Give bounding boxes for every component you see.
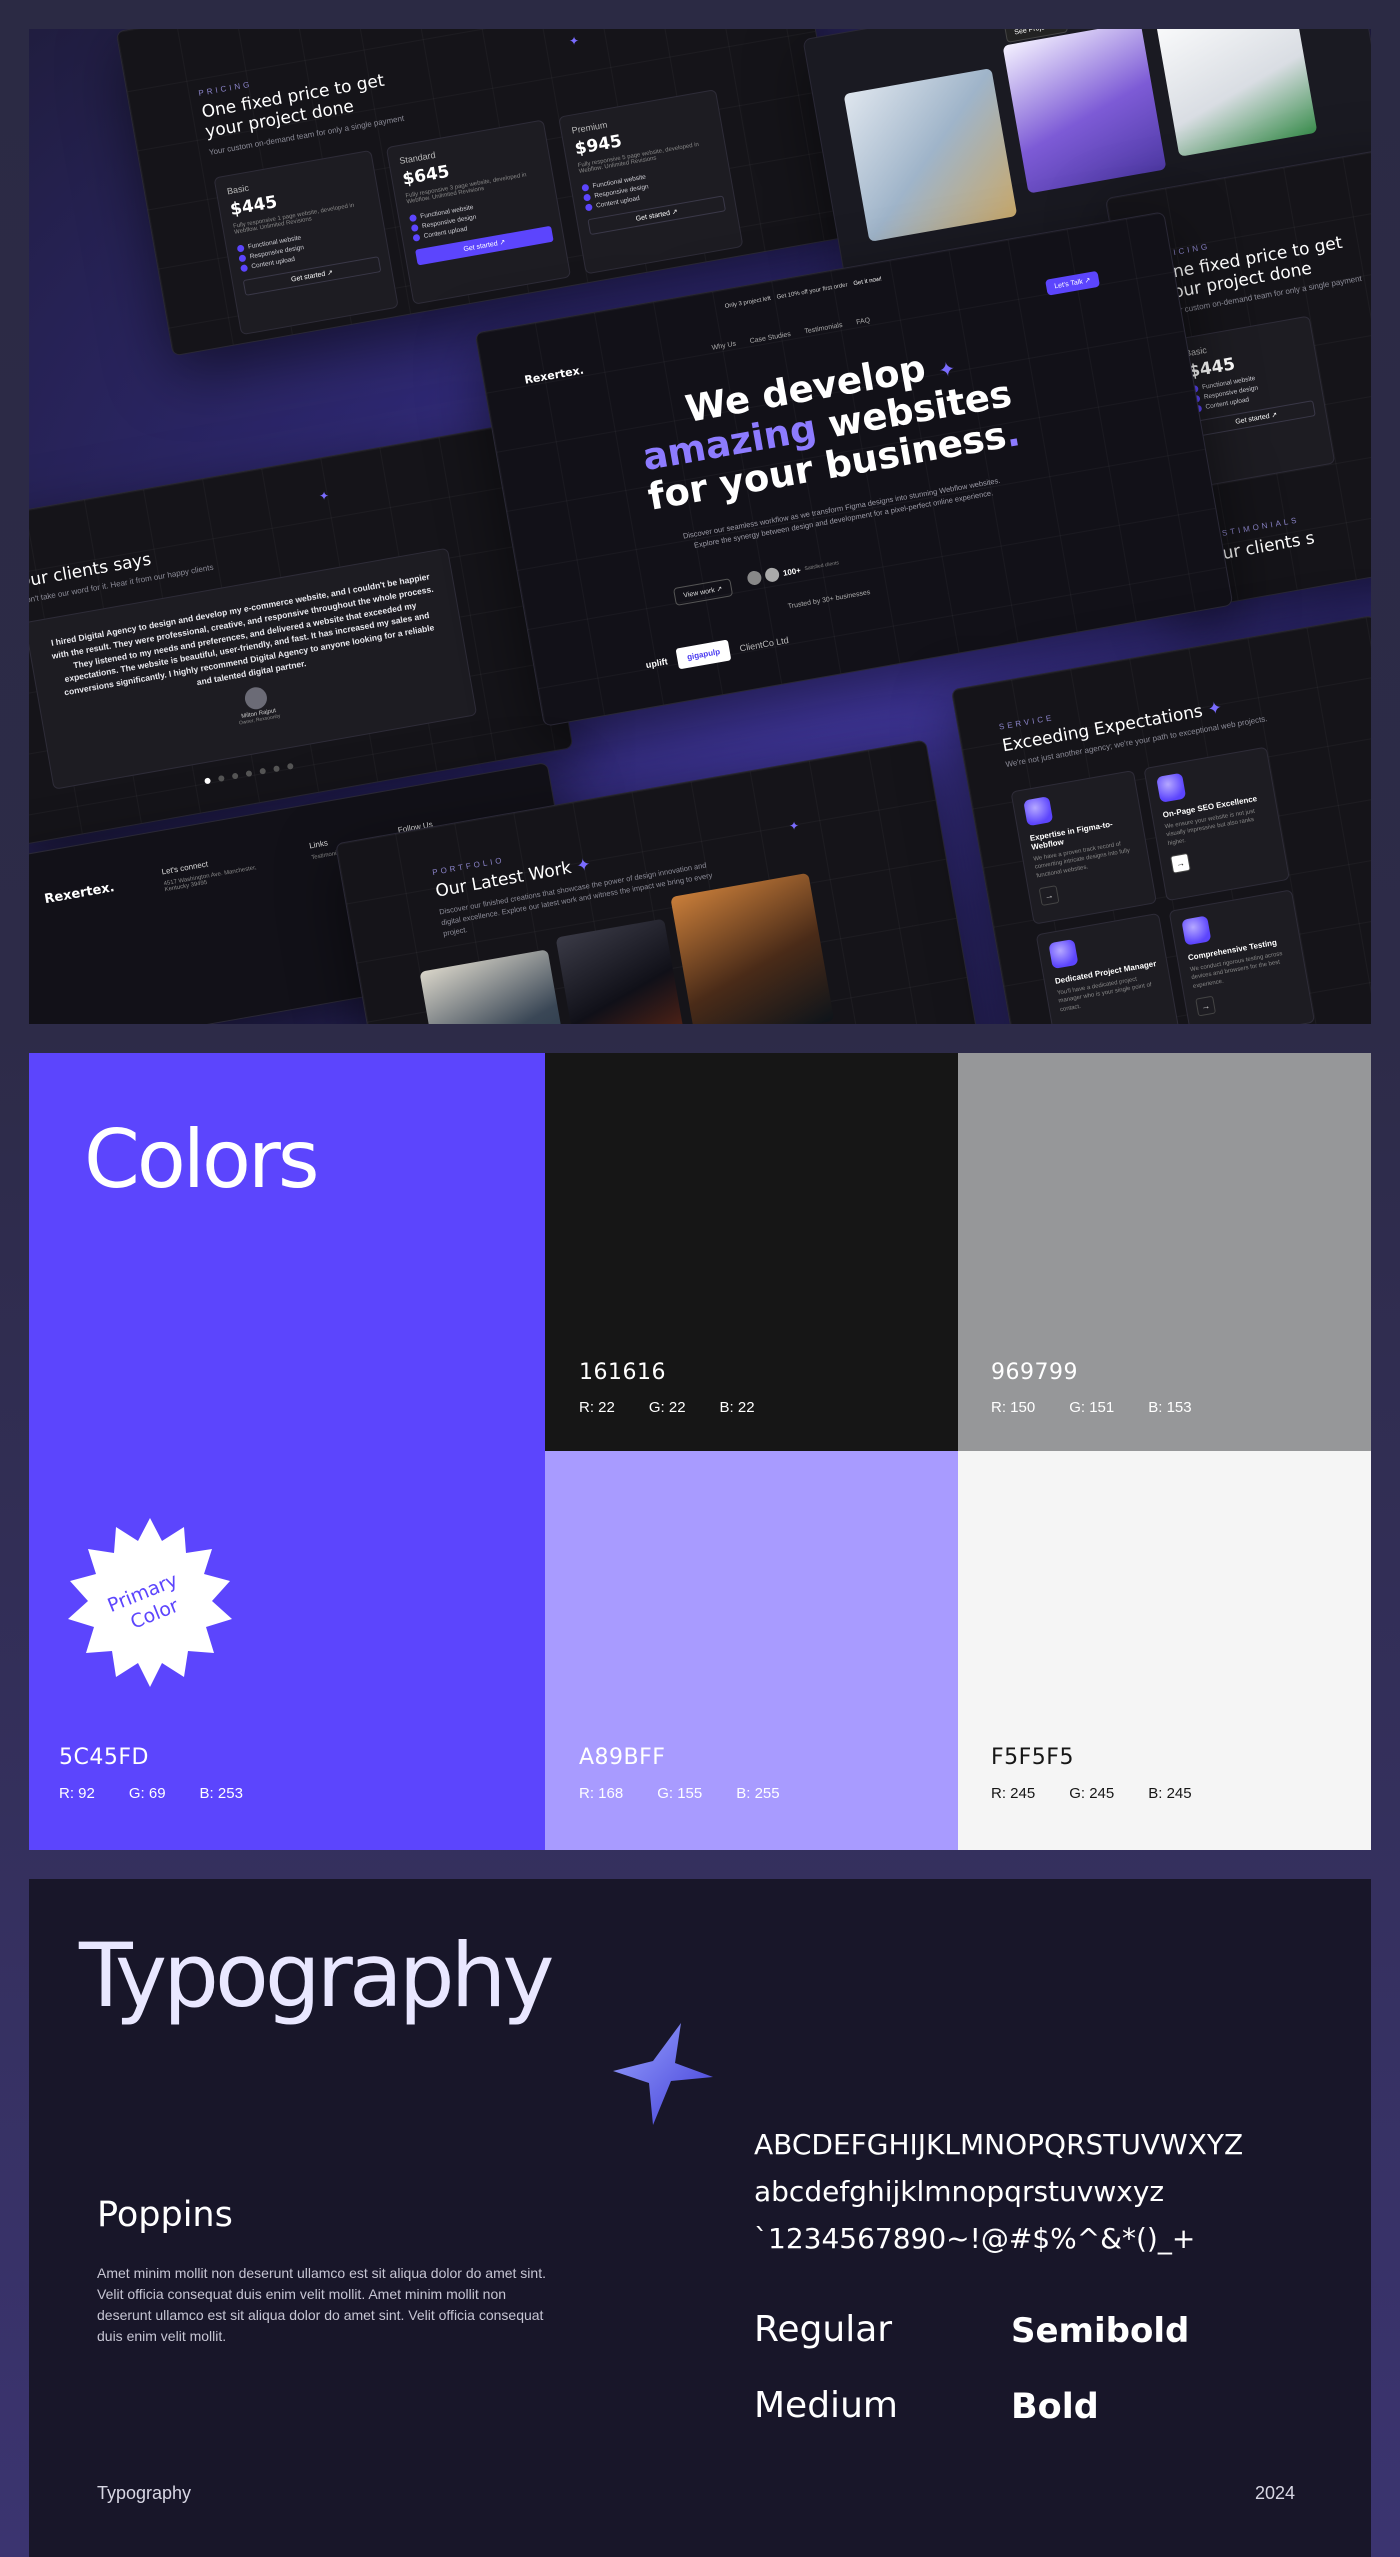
promo-text: Get 10% off your first order [776, 282, 849, 301]
glyphs-symbols: `1234567890~!@#$%^&*()_+ [754, 2222, 1196, 2255]
arrow-right-icon[interactable]: → [1170, 853, 1191, 874]
trusted-label: Trusted by 30+ businesses [787, 589, 871, 611]
font-name: Poppins [97, 2195, 233, 2235]
swatch-gray: 969799 R: 150 G: 151 B: 153 [958, 1053, 1371, 1451]
sparkle-icon: ✦ [569, 34, 580, 48]
portfolio-photo-1[interactable] [419, 949, 572, 1024]
swatch-hex: 5C45FD [59, 1745, 149, 1770]
client-count-label: Satisfied clients [804, 560, 840, 573]
service-item: Dedicated Project Manager You'll have a … [1035, 912, 1183, 1024]
nav-item-testimonials[interactable]: Testimonials [804, 322, 843, 336]
logo-uplift: uplift [644, 655, 669, 670]
cursor-icon [1181, 915, 1212, 946]
carousel-dots[interactable] [204, 762, 294, 785]
primary-color-badge: Primary Color [68, 1518, 232, 1687]
chat-icon [1048, 938, 1079, 970]
photo-team [843, 68, 1018, 242]
photo-desk [1153, 29, 1318, 157]
logo-gigapulp: gigapulp [675, 639, 732, 670]
swatch-rgb: R: 22 G: 22 B: 22 [579, 1399, 755, 1416]
swatch-rgb: R: 150 G: 151 B: 153 [991, 1399, 1192, 1416]
swatch-hex: 969799 [991, 1360, 1078, 1385]
location-pin-icon [1156, 772, 1187, 803]
service-item: Comprehensive Testing We conduct rigorou… [1168, 889, 1316, 1024]
weight-regular: Regular [754, 2309, 893, 2350]
footer-brand[interactable]: Rexertex. [43, 880, 115, 907]
portfolio-photo-2[interactable] [555, 918, 689, 1024]
arrow-right-icon[interactable]: → [1038, 885, 1060, 907]
view-work-button[interactable]: View work ↗ [672, 578, 733, 606]
nav-item-case-studies[interactable]: Case Studies [749, 331, 791, 345]
top-nav: Why Us Case Studies Testimonials FAQ [711, 317, 870, 352]
service-item: On-Page SEO Excellence We ensure your we… [1143, 746, 1290, 902]
logo-clientco: ClientCo Ltd [738, 634, 790, 653]
avatar [764, 566, 781, 583]
avatar [243, 685, 269, 711]
glyphs-lowercase: abcdefghijklmnopqrstuvwxyz [754, 2175, 1165, 2208]
photo-wireframe [1002, 29, 1167, 194]
client-avatars: 100+ Satisfied clients [746, 556, 840, 587]
promo-link[interactable]: Get it now! [853, 276, 882, 287]
swatch-rgb: R: 168 G: 155 B: 255 [579, 1785, 780, 1802]
weight-medium: Medium [754, 2385, 898, 2426]
brand-logo[interactable]: Rexertex. [523, 364, 584, 387]
page-frame: PRICING One fixed price to get your proj… [0, 0, 1400, 2557]
client-count: 100+ [782, 565, 802, 578]
trophy-icon [1023, 796, 1054, 827]
swatch-rgb: R: 92 G: 69 B: 253 [59, 1785, 243, 1802]
nav-item-faq[interactable]: FAQ [856, 317, 871, 326]
footer-links-title: Links [308, 838, 329, 851]
portfolio-photo-3[interactable] [670, 872, 835, 1024]
lets-talk-button[interactable]: Let's Talk ↗ [1045, 270, 1100, 296]
promo-bar: Only 3 project left Get 10% off your fir… [724, 276, 882, 310]
swatch-light: F5F5F5 R: 245 G: 245 B: 245 [958, 1451, 1371, 1850]
avatar [746, 569, 763, 587]
swatch-hex: 161616 [579, 1360, 666, 1385]
hero-card: Only 3 project left Get 10% off your fir… [474, 211, 1234, 727]
plan-premium: Premium $945 Fully responsive 5 page web… [558, 89, 744, 275]
footer-label: Typography [97, 2483, 192, 2503]
swatch-lavender: A89BFF R: 168 G: 155 B: 255 [545, 1451, 958, 1850]
swatch-rgb: R: 245 G: 245 B: 245 [991, 1785, 1192, 1802]
sparkle-icon: ✦ [319, 489, 330, 503]
service-item: Expertise in Figma-to-Webflow We have a … [1010, 770, 1157, 925]
sparkle-icon: ✦ [789, 819, 800, 833]
promo-text: Only 3 project left [724, 295, 772, 310]
service-card: SERVICE Exceeding Expectations ✦ We're n… [950, 614, 1371, 1024]
weight-semibold: Semibold [1011, 2311, 1190, 2351]
plan-basic: Basic $445 Fully responsive 1 page websi… [213, 149, 399, 336]
colors-title: Colors [84, 1113, 320, 1206]
weight-bold: Bold [1011, 2387, 1099, 2427]
swatch-hex: A89BFF [579, 1745, 666, 1770]
plan-standard: Standard $645 Fully responsive 3 page we… [385, 119, 572, 305]
logo-strip: uplift gigapulp ClientCo Ltd [644, 629, 790, 675]
swatch-dark: 161616 R: 22 G: 22 B: 22 [545, 1053, 958, 1451]
sparkle-icon [613, 2023, 713, 2125]
typography-section: Typography Poppins Amet minim mollit non… [29, 1879, 1371, 2557]
nav-item-why-us[interactable]: Why Us [711, 341, 736, 352]
swatch-primary: Colors Primary Color 5C45FD R: 92 G: 69 B:… [29, 1053, 545, 1850]
sparkle-icon: ✦ [1206, 697, 1224, 721]
mockup-showcase: PRICING One fixed price to get your proj… [29, 29, 1371, 1024]
glyph-set: ABCDEFGHIJKLMNOPQRSTUVWXYZ abcdefghijklm… [754, 2121, 1243, 2262]
sparkle-icon: ✦ [574, 854, 593, 877]
sparkle-icon: ✦ [936, 356, 958, 383]
font-sample-paragraph: Amet minim mollit non deserunt ullamco e… [97, 2265, 546, 2344]
arrow-right-icon[interactable]: → [1195, 995, 1217, 1017]
colors-section: Colors Primary Color 5C45FD R: 92 G: 69 B:… [29, 1053, 1371, 1850]
footer-year: 2024 [1255, 2483, 1296, 2503]
swatch-hex: F5F5F5 [991, 1745, 1074, 1770]
typography-title: Typography [79, 1924, 554, 2027]
glyphs-uppercase: ABCDEFGHIJKLMNOPQRSTUVWXYZ [754, 2128, 1244, 2161]
